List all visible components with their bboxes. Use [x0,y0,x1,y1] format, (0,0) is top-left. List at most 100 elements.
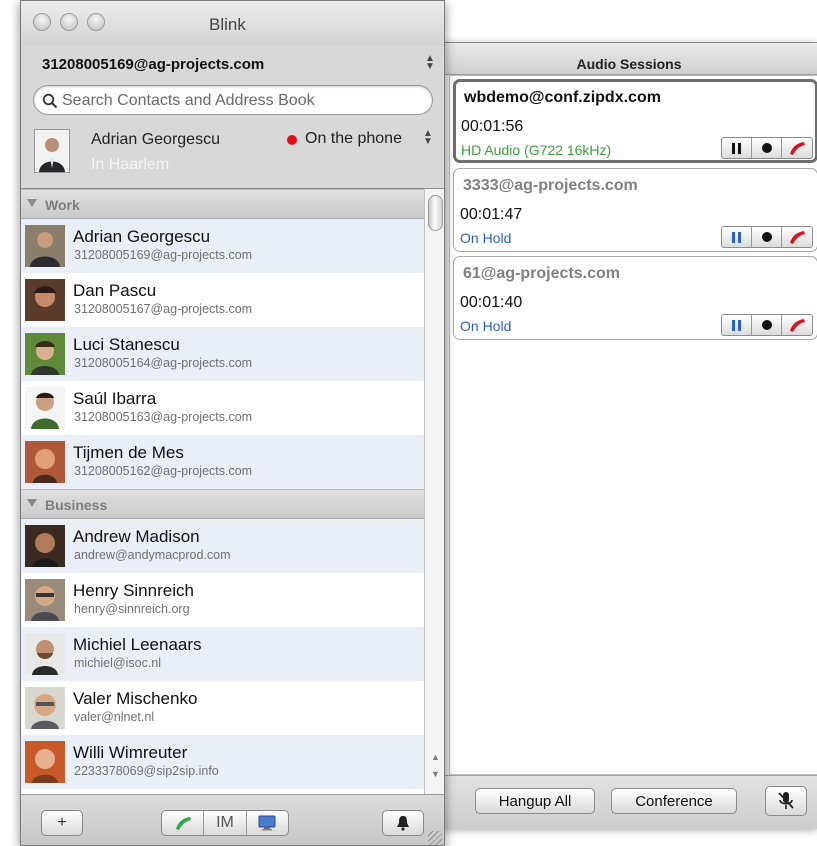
contact-avatar [25,279,65,321]
status-updown-icon[interactable]: ▲ ▼ [423,129,433,147]
session-duration: 00:01:47 [460,206,523,223]
record-icon [761,232,772,242]
my-avatar[interactable] [34,129,70,173]
contact-row[interactable]: Saúl Ibarra 31208005163@ag-projects.com [21,381,424,435]
contact-row[interactable]: Luci Stanescu 31208005164@ag-projects.co… [21,327,424,381]
contact-address: 2233378069@sip2sip.info [74,764,219,778]
group-header-work[interactable]: Work [21,189,424,219]
scroll-down-arrow-icon[interactable]: ▼ [431,769,440,779]
blink-titlebar[interactable]: Blink [21,1,444,45]
contact-avatar [25,387,65,429]
group-name: Business [45,497,108,513]
contact-name: Luci Stanescu [73,335,180,354]
contact-name: Adrian Georgescu [73,227,211,246]
scrollbar-thumb[interactable] [428,195,443,231]
notifications-button[interactable] [382,810,424,836]
hold-button[interactable] [722,138,752,158]
search-input[interactable] [62,91,422,111]
contact-avatar [25,225,65,267]
pause-icon [732,231,741,243]
contact-address: michiel@isoc.nl [74,656,162,670]
conference-button[interactable]: Conference [611,788,737,814]
contact-address: valer@nlnet.nl [74,710,155,724]
session-controls [721,314,813,336]
session-duration: 00:01:56 [461,118,524,135]
contact-avatar [25,633,65,675]
desktop-sharing-button[interactable] [247,811,288,835]
session-controls [721,137,813,159]
resume-button[interactable] [722,315,752,335]
resize-grip-icon[interactable] [428,831,442,845]
contact-row[interactable]: Valer Mischenko valer@nlnet.nl [21,681,424,735]
contact-name: Dan Pascu [73,281,157,300]
session-address: 61@ag-projects.com [463,265,620,282]
contact-address: andrew@andymacprod.com [74,548,231,562]
bell-icon [397,816,409,831]
session-status: On Hold [460,230,512,246]
resume-button[interactable] [722,227,752,247]
contact-avatar [25,687,65,729]
contact-row[interactable]: Michiel Leenaars michiel@isoc.nl [21,627,424,681]
hangup-all-button[interactable]: Hangup All [475,788,595,814]
session-item[interactable]: 3333@ag-projects.com 00:01:47 On Hold [453,168,817,252]
contact-name: Willi Wimreuter [73,743,188,762]
minimize-button[interactable] [60,13,78,31]
presence-status-selector[interactable]: On the phone [305,130,402,148]
contact-avatar [25,525,65,567]
record-button[interactable] [752,315,782,335]
contact-address: 31208005167@ag-projects.com [74,302,253,316]
session-item[interactable]: 61@ag-projects.com 00:01:40 On Hold [453,256,817,340]
hangup-button[interactable] [782,138,812,158]
group-name: Work [45,197,80,213]
contact-address: 31208005163@ag-projects.com [74,410,253,424]
contacts-scrollbar[interactable]: ▲ ▼ [424,188,444,794]
session-duration: 00:01:40 [460,294,523,311]
contact-row[interactable]: Willi Wimreuter 2233378069@sip2sip.info [21,735,424,789]
audio-sessions-window: Audio Sessions wbdemo@conf.zipdx.com 00:… [440,42,817,829]
contact-address: 31208005164@ag-projects.com [74,356,253,370]
contact-row[interactable]: Dan Pascu 31208005167@ag-projects.com [21,273,424,327]
avatar [35,130,69,172]
hangup-button[interactable] [782,315,812,335]
contacts-list: Work Adrian Georgescu 31208005169@ag-pro… [21,188,424,794]
add-contact-button[interactable]: + [41,810,83,836]
session-address: 3333@ag-projects.com [463,177,638,194]
contact-name: Valer Mischenko [73,689,198,708]
disclosure-triangle-icon [27,199,37,207]
search-icon [42,93,58,109]
close-button[interactable] [33,13,51,31]
session-type-segment: IM [161,810,289,836]
account-selector[interactable]: 31208005169@ag-projects.com [42,56,264,73]
audio-call-button[interactable] [162,811,205,835]
audio-sessions-titlebar[interactable]: Audio Sessions [441,43,817,75]
sessions-list: wbdemo@conf.zipdx.com 00:01:56 HD Audio … [449,75,817,775]
contact-row[interactable]: Tijmen de Mes 31208005162@ag-projects.co… [21,435,424,489]
record-icon [761,320,772,330]
session-item[interactable]: wbdemo@conf.zipdx.com 00:01:56 HD Audio … [453,79,817,163]
zoom-button[interactable] [87,13,105,31]
account-updown-icon[interactable]: ▲ ▼ [425,54,435,72]
contact-row[interactable]: Henry Sinnreich henry@sinnreich.org [21,573,424,627]
pause-icon [732,142,741,154]
audio-sessions-title: Audio Sessions [576,56,682,72]
record-button[interactable] [752,227,782,247]
hangup-phone-icon [790,319,805,332]
search-field[interactable] [33,85,433,115]
my-location-note[interactable]: In Haarlem [91,156,169,174]
busy-status-icon [287,135,297,145]
hangup-button[interactable] [782,227,812,247]
mute-button[interactable] [765,786,807,816]
session-status: On Hold [460,318,512,334]
im-button[interactable]: IM [204,811,247,835]
phone-icon [175,817,191,830]
contact-avatar [25,741,65,783]
screen-icon [258,815,276,831]
scroll-up-arrow-icon[interactable]: ▲ [431,752,440,762]
blink-window: Blink 31208005169@ag-projects.com ▲▼ Adr… [20,0,445,846]
contact-name: Andrew Madison [73,527,200,546]
group-header-business[interactable]: Business [21,489,424,519]
microphone-muted-icon [778,792,794,809]
contact-row[interactable]: Adrian Georgescu 31208005169@ag-projects… [21,219,424,273]
contact-row[interactable]: Andrew Madison andrew@andymacprod.com [21,519,424,573]
record-button[interactable] [752,138,782,158]
